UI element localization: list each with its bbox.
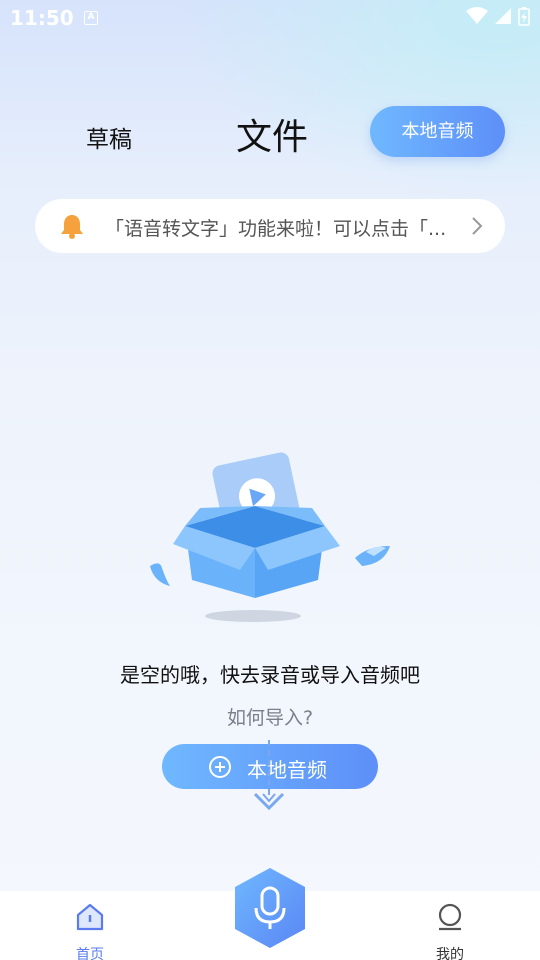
- nav-mine[interactable]: 我的: [420, 897, 480, 960]
- nav-home[interactable]: 首页: [60, 897, 120, 960]
- record-button[interactable]: [231, 866, 309, 950]
- tab-draft[interactable]: 草稿: [86, 120, 132, 154]
- notice-text: 「语音转文字」功能来啦！可以点击「...: [105, 218, 447, 240]
- nav-home-label: 首页: [76, 947, 104, 960]
- home-icon: [74, 901, 106, 937]
- import-button-label: 本地音频: [247, 758, 327, 782]
- local-audio-button[interactable]: 本地音频: [370, 106, 505, 157]
- profile-icon: [434, 901, 466, 937]
- arrow-down-icon: [253, 792, 285, 816]
- notice-banner[interactable]: 「语音转文字」功能来啦！可以点击「...: [35, 199, 505, 253]
- import-local-audio-button[interactable]: 本地音频: [162, 744, 378, 789]
- howto-import-link[interactable]: 如何导入?: [0, 703, 540, 730]
- battery-icon: [518, 6, 530, 30]
- status-icons: [466, 6, 530, 30]
- empty-box-illustration: [140, 448, 400, 628]
- signal-icon: [494, 7, 512, 29]
- status-time: 11:50: [10, 6, 74, 30]
- plus-circle-icon: [208, 755, 232, 784]
- dashed-guide-line: [268, 740, 270, 795]
- nav-mine-label: 我的: [436, 947, 464, 960]
- notification-app-icon: A: [84, 11, 98, 25]
- chevron-right-icon[interactable]: [471, 216, 483, 240]
- tab-files[interactable]: 文件: [236, 108, 308, 160]
- empty-state-title: 是空的哦，快去录音或导入音频吧: [120, 663, 420, 687]
- wifi-icon: [466, 7, 488, 29]
- bell-icon: [59, 213, 85, 243]
- status-bar: 11:50 A: [0, 0, 540, 36]
